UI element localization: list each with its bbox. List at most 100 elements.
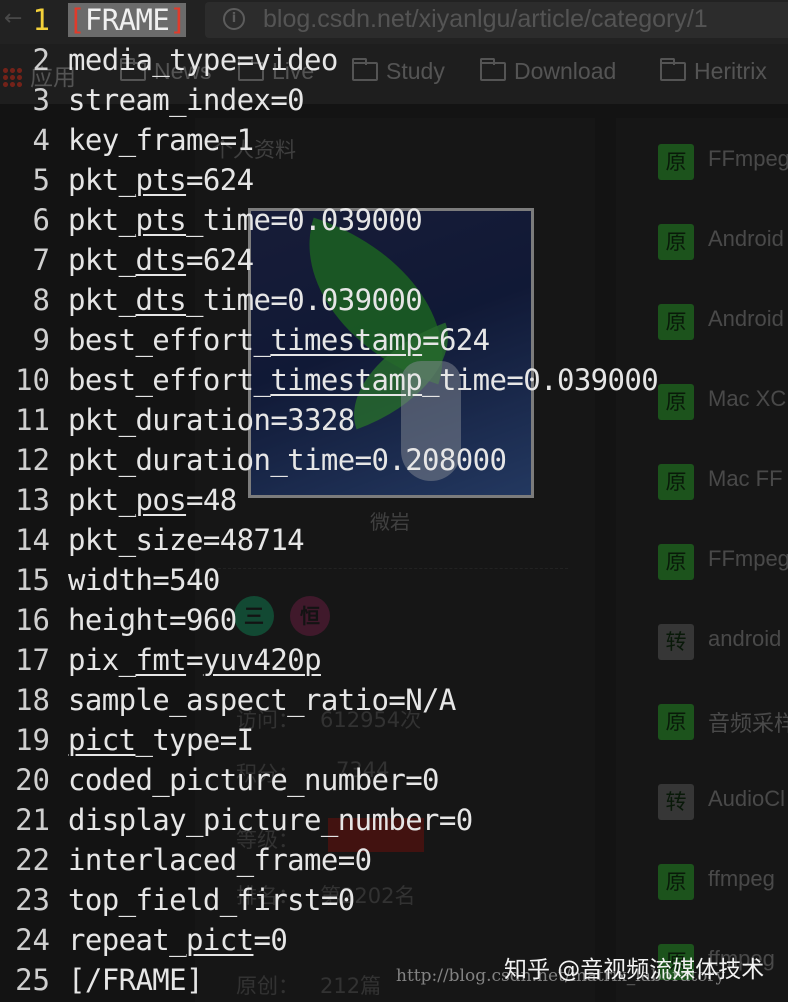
line-number: 1 [32, 3, 50, 37]
spell-flagged-word: pts [135, 163, 187, 197]
code-line[interactable]: 7 pkt_dts=624 [0, 240, 788, 280]
code-line[interactable]: 17 pix_fmt=yuv420p [0, 640, 788, 680]
line-text: interlaced_frame=0 [68, 840, 372, 880]
line-number: 18 [15, 683, 50, 717]
line-text-segment: =48 [186, 483, 237, 517]
line-text-segment: [/FRAME] [68, 963, 203, 997]
line-text-segment: _time=0.039000 [186, 283, 423, 317]
zhihu-credit: 知乎 @音视频流媒体技术 [504, 957, 765, 983]
line-text: pix_fmt=yuv420p [68, 640, 322, 680]
code-line[interactable]: 23 top_field_first=0 [0, 880, 788, 920]
spell-flagged-word: timestamp [270, 323, 423, 357]
line-number: 19 [15, 723, 50, 757]
spell-flagged-word: yuv420p [202, 643, 322, 677]
code-line[interactable]: 4 key_frame=1 [0, 120, 788, 160]
line-text-segment: =624 [422, 323, 490, 357]
spell-flagged-word: pict [186, 923, 254, 957]
code-line[interactable]: 8 pkt_dts_time=0.039000 [0, 280, 788, 320]
line-text: pkt_pts=624 [68, 160, 254, 200]
line-text: [/FRAME] [68, 960, 203, 1000]
line-number: 3 [32, 83, 50, 117]
line-text-segment: =624 [186, 163, 254, 197]
code-line[interactable]: 12 pkt_duration_time=0.208000 [0, 440, 788, 480]
line-text: pict_type=I [68, 720, 254, 760]
line-text-segment: top_field_first=0 [68, 883, 355, 917]
line-number: 10 [15, 363, 50, 397]
spell-flagged-word: pict [68, 723, 136, 757]
line-text-segment: pkt_duration_time=0.208000 [68, 443, 507, 477]
frame-word: FRAME [84, 3, 170, 37]
code-line[interactable]: 19 pict_type=I [0, 720, 788, 760]
code-line[interactable]: 15 width=540 [0, 560, 788, 600]
spell-flagged-word: timestamp [270, 363, 423, 397]
line-text: display_picture_number=0 [68, 800, 473, 840]
close-bracket: ] [169, 3, 187, 37]
line-number: 25 [15, 963, 50, 997]
spell-flagged-word: pts [135, 203, 187, 237]
line-text-segment: display_picture_number=0 [68, 803, 473, 837]
line-text: [FRAME] [68, 0, 187, 40]
line-text-segment: pkt_ [68, 163, 136, 197]
code-line[interactable]: 9 best_effort_timestamp=624 [0, 320, 788, 360]
code-line[interactable]: 2 media_type=video [0, 40, 788, 80]
spell-flagged-word: dts [135, 283, 187, 317]
line-text-segment: media_type=video [68, 43, 338, 77]
line-text-segment: _time=0.039000 [186, 203, 423, 237]
line-text-segment: best_effort_ [68, 363, 271, 397]
line-text: pkt_size=48714 [68, 520, 305, 560]
line-text-segment: pkt_ [68, 483, 136, 517]
spell-flagged-word: pos [135, 483, 187, 517]
line-text-segment: pkt_duration=3328 [68, 403, 355, 437]
line-number: 14 [15, 523, 50, 557]
spell-flagged-word: dts [135, 243, 187, 277]
line-text-segment: =624 [186, 243, 254, 277]
line-text: media_type=video [68, 40, 338, 80]
line-number: 4 [32, 123, 50, 157]
line-number: 6 [32, 203, 50, 237]
editor-overlay[interactable]: 1 [FRAME] 2 media_type=video 3 stream_index=0… [0, 0, 788, 1002]
code-line[interactable]: 10 best_effort_timestamp_time=0.039000 [0, 360, 788, 400]
line-text: width=540 [68, 560, 220, 600]
line-text: pkt_pos=48 [68, 480, 237, 520]
code-line[interactable]: 21 display_picture_number=0 [0, 800, 788, 840]
code-line[interactable]: 5 pkt_pts=624 [0, 160, 788, 200]
line-text: repeat_pict=0 [68, 920, 288, 960]
code-line[interactable]: 3 stream_index=0 [0, 80, 788, 120]
line-text-segment: _time=0.039000 [422, 363, 659, 397]
line-text: pkt_dts=624 [68, 240, 254, 280]
line-text: stream_index=0 [68, 80, 305, 120]
line-number: 23 [15, 883, 50, 917]
line-number: 20 [15, 763, 50, 797]
code-line[interactable]: 6 pkt_pts_time=0.039000 [0, 200, 788, 240]
code-line[interactable]: 14 pkt_size=48714 [0, 520, 788, 560]
line-text: coded_picture_number=0 [68, 760, 440, 800]
code-line[interactable]: 18 sample_aspect_ratio=N/A [0, 680, 788, 720]
line-text-segment: pkt_ [68, 243, 136, 277]
line-text-segment: interlaced_frame=0 [68, 843, 372, 877]
line-number: 17 [15, 643, 50, 677]
code-line[interactable]: 1 [FRAME] [0, 0, 788, 40]
line-number: 2 [32, 43, 50, 77]
line-number: 11 [15, 403, 50, 437]
code-line[interactable]: 16 height=960 [0, 600, 788, 640]
line-text-segment: best_effort_ [68, 323, 271, 357]
code-line[interactable]: 13 pkt_pos=48 [0, 480, 788, 520]
line-text-segment: pkt_size=48714 [68, 523, 305, 557]
line-text: key_frame=1 [68, 120, 254, 160]
line-number: 16 [15, 603, 50, 637]
line-text-segment: = [186, 643, 203, 677]
line-text-segment: stream_index=0 [68, 83, 305, 117]
code-line[interactable]: 22 interlaced_frame=0 [0, 840, 788, 880]
spell-flagged-word: fmt [135, 643, 187, 677]
line-number: 5 [32, 163, 50, 197]
code-line[interactable]: 11 pkt_duration=3328 [0, 400, 788, 440]
line-number: 9 [32, 323, 50, 357]
frame-open-tag: [FRAME] [68, 3, 187, 37]
line-text-segment: pkt_ [68, 203, 136, 237]
line-number: 12 [15, 443, 50, 477]
code-line[interactable]: 20 coded_picture_number=0 [0, 760, 788, 800]
line-text: sample_aspect_ratio=N/A [68, 680, 456, 720]
line-text: pkt_pts_time=0.039000 [68, 200, 423, 240]
line-number: 13 [15, 483, 50, 517]
open-bracket: [ [68, 3, 85, 37]
